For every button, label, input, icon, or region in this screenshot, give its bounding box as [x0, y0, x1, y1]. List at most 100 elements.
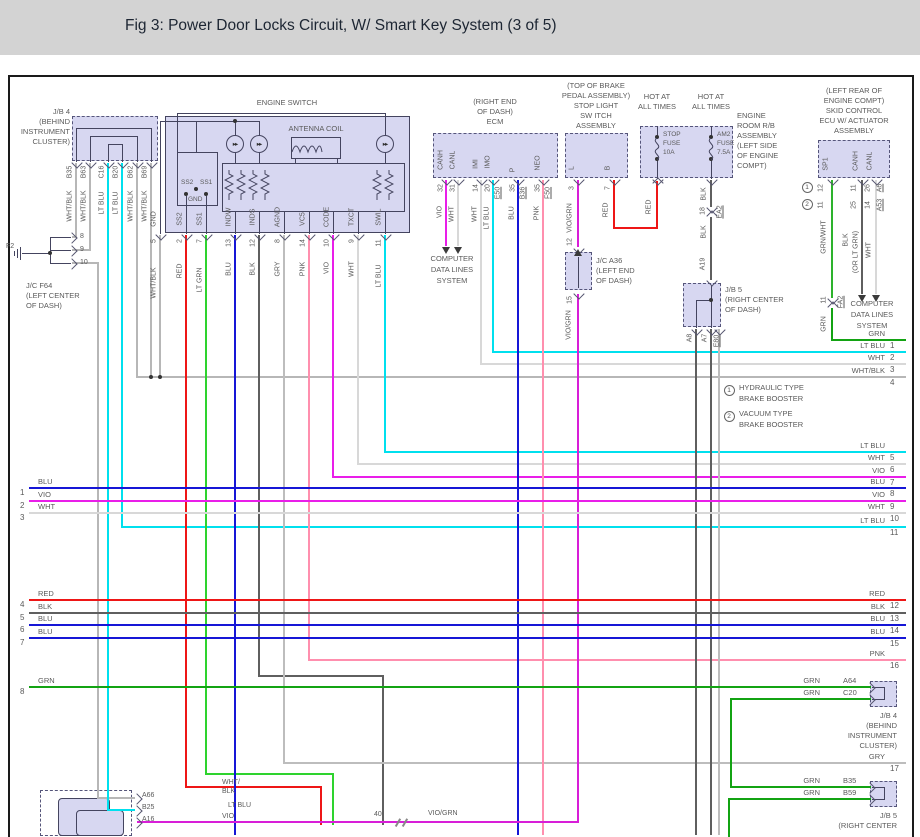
label-rotated: GND — [151, 211, 158, 227]
label-rotated: CANH — [438, 150, 445, 170]
junction-dot — [194, 187, 198, 191]
label: ASSEMBLY — [576, 122, 616, 130]
label: OF ENGINE — [737, 152, 778, 160]
label: SKID CONTROL — [826, 107, 882, 115]
label-rotated: F50 — [545, 187, 552, 199]
label-rotated: WHT — [472, 206, 479, 222]
label: SYSTEM — [437, 277, 468, 285]
label-rotated: LT BLU — [113, 191, 120, 214]
connector-chevron-d — [490, 176, 497, 183]
wire-wht-blk — [97, 262, 99, 799]
label-rotated: B69 — [142, 166, 149, 178]
label-rotated: 5 — [151, 239, 158, 243]
label: OF DASH) — [477, 108, 513, 116]
label-rotated: WHT/BLK — [151, 267, 158, 298]
wire-lt-blu — [492, 351, 906, 353]
label-rotated: B35 — [67, 166, 74, 178]
label-rotated: B36 — [520, 187, 527, 199]
wire-int — [206, 196, 207, 234]
label: (LEFT SIDE — [737, 142, 777, 150]
label: BRAKE BOOSTER — [739, 395, 803, 403]
label: 8 — [80, 233, 84, 240]
wire-red — [29, 599, 906, 601]
label-rotated: E80 — [714, 335, 721, 347]
junction-dot — [204, 192, 208, 196]
label-rotated: 20 — [485, 184, 492, 192]
wire-wht-blk — [136, 163, 138, 378]
jb4-top-box — [72, 116, 158, 161]
label-rotated: 31 — [450, 184, 457, 192]
label-rotated: A6 — [877, 184, 884, 193]
label-rotated: 11 — [821, 296, 828, 303]
label-rotated: TXCT — [349, 208, 356, 226]
label: COMPT) — [737, 162, 767, 170]
connector-chevron-d — [355, 231, 362, 238]
connector-chevron-d — [575, 176, 582, 183]
connector-chevron-d — [183, 231, 190, 238]
wire-grn — [730, 698, 732, 788]
label-rotated: E50 — [495, 187, 502, 199]
wire-wht — [357, 463, 906, 465]
label: WHT/BLK — [852, 367, 885, 375]
connector-chevron-d — [203, 231, 210, 238]
label: INSTRUMENT — [21, 128, 70, 136]
wire-vio — [29, 500, 906, 502]
label: 6 — [20, 626, 24, 634]
wire-blk — [258, 235, 260, 677]
label: 5 — [20, 614, 24, 622]
label: (RIGHT END — [473, 98, 517, 106]
connector-chevron-u — [829, 303, 836, 310]
connector-chevron-u — [654, 179, 661, 186]
label: HYDRAULIC TYPE — [739, 384, 804, 392]
wire-pnk — [542, 180, 544, 835]
wire-int — [337, 159, 338, 164]
label: ROOM R/B — [737, 122, 775, 130]
label: RED — [869, 590, 885, 598]
label-rotated: 18 — [700, 207, 707, 215]
wire-int — [177, 113, 386, 114]
wire-blk — [29, 612, 906, 614]
label: 1 — [20, 489, 24, 497]
label: BLK — [38, 603, 52, 611]
label-rotated: SP1 — [823, 157, 830, 170]
junction-dot — [158, 375, 162, 379]
wire-int — [578, 257, 579, 288]
wire-wht — [480, 180, 482, 365]
label: GRN — [803, 677, 820, 685]
resistor-icon — [248, 170, 258, 205]
connector-chevron-d — [575, 290, 582, 297]
label: GRN — [868, 330, 885, 338]
label: ASSEMBLY — [737, 132, 777, 140]
label: B25 — [142, 804, 154, 811]
label-rotated: 3 — [569, 186, 576, 190]
label: J/B 5 — [880, 812, 897, 820]
label: WHT/ — [222, 779, 240, 786]
wire-int — [259, 153, 260, 164]
label-rotated: 25 — [851, 201, 858, 209]
label: ALL TIMES — [692, 103, 730, 111]
label: 7 — [890, 479, 894, 487]
connector-chevron-d — [455, 176, 462, 183]
connector-chevron-d — [515, 176, 522, 183]
label-rotated: 9 — [349, 239, 356, 243]
wire-blu — [517, 180, 519, 835]
label: OF DASH) — [596, 277, 632, 285]
label: GND — [188, 197, 202, 204]
label: ANTENNA COIL — [288, 125, 343, 133]
label-rotated: VIO — [437, 206, 444, 218]
label-rotated: GRN — [821, 316, 828, 332]
label: ENGINE — [737, 112, 766, 120]
wire-int — [711, 285, 712, 328]
wire-int — [76, 128, 152, 129]
label-rotated: LT GRN — [197, 267, 204, 292]
label-rotated: 2 — [177, 239, 184, 243]
label-rotated: IMI — [473, 159, 480, 169]
label-rotated: A53 — [877, 199, 884, 211]
label: ASSEMBLY — [834, 127, 874, 135]
connector-chevron-r — [866, 684, 873, 691]
label: PNK — [870, 650, 885, 658]
label-rotated: WHT/BLK — [142, 190, 149, 221]
label-rotated: FA2 — [838, 296, 845, 308]
jb5-mid-box — [683, 283, 721, 327]
led-indicator-icon: ▸▸ — [226, 135, 244, 153]
